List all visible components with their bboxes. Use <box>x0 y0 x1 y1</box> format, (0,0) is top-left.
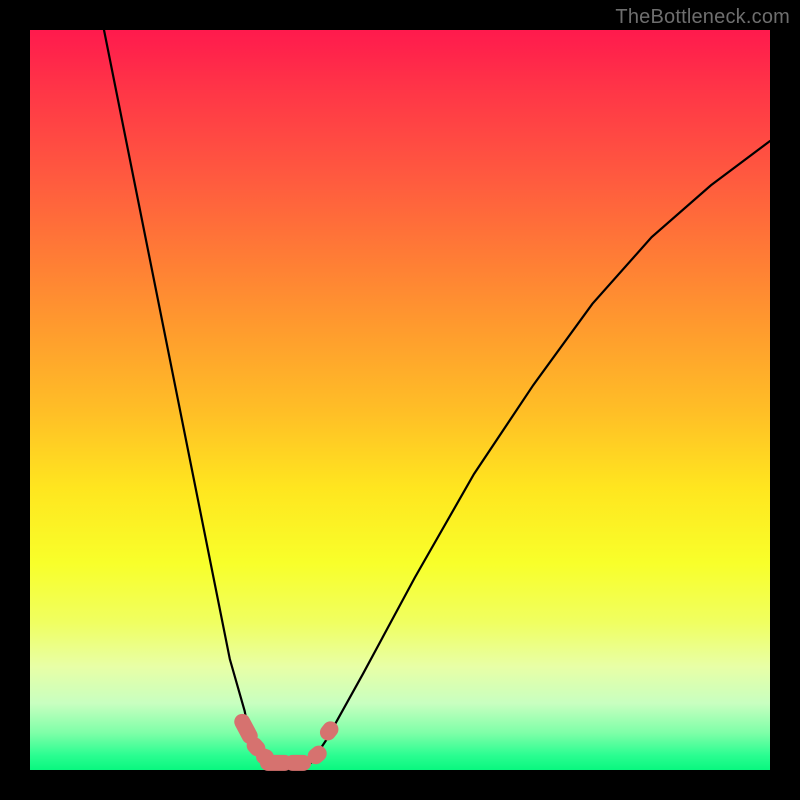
bottleneck-curve <box>104 30 770 770</box>
plot-area <box>30 30 770 770</box>
chart-svg <box>30 30 770 770</box>
watermark-text: TheBottleneck.com <box>615 6 790 29</box>
chart-container: TheBottleneck.com <box>0 0 800 800</box>
